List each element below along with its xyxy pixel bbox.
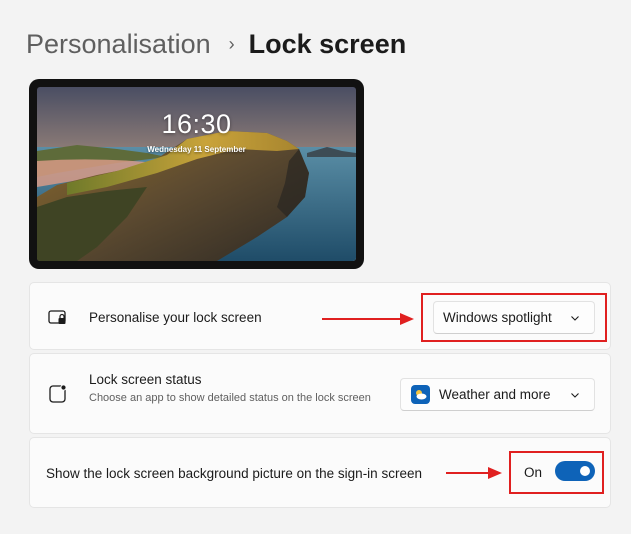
- setting-title-personalise: Personalise your lock screen: [89, 310, 262, 325]
- breadcrumb-separator-icon: ›: [228, 33, 235, 54]
- chevron-down-icon: [571, 393, 579, 398]
- lock-screen-icon: [48, 310, 66, 324]
- sign-in-background-toggle[interactable]: [555, 461, 595, 481]
- personalise-lock-screen-dropdown[interactable]: Windows spotlight: [433, 301, 595, 334]
- setting-title-sign-in-background: Show the lock screen background picture …: [46, 466, 422, 481]
- setting-card-sign-in-background: Show the lock screen background picture …: [29, 437, 611, 508]
- dropdown-selected-value: Windows spotlight: [443, 310, 552, 325]
- lock-screen-time: 16:30: [161, 109, 232, 139]
- setting-card-lock-screen-status: Lock screen status Choose an app to show…: [29, 353, 611, 434]
- lock-screen-status-dropdown[interactable]: Weather and more: [400, 378, 595, 411]
- setting-card-personalise-lock-screen: Personalise your lock screen Windows spo…: [29, 282, 611, 350]
- page-title: Lock screen: [248, 28, 407, 59]
- lock-screen-preview-image: 16:30 Wednesday 11 September: [37, 87, 356, 261]
- weather-icon: [411, 385, 430, 404]
- annotation-arrow: [446, 467, 502, 479]
- toggle-state-label: On: [524, 465, 543, 480]
- chevron-down-icon: [571, 316, 579, 321]
- toggle-knob[interactable]: [580, 466, 590, 476]
- lock-screen-preview: 16:30 Wednesday 11 September: [29, 79, 364, 269]
- setting-title-status: Lock screen status: [89, 372, 202, 387]
- dropdown-selected-value: Weather and more: [439, 387, 551, 402]
- breadcrumb-parent-link[interactable]: Personalisation: [26, 29, 211, 60]
- tablet-status-icon: [49, 384, 67, 403]
- breadcrumb: Personalisation › Lock screen: [26, 24, 406, 64]
- annotation-arrow: [322, 313, 414, 325]
- lock-screen-date: Wednesday 11 September: [147, 145, 246, 154]
- setting-description-status: Choose an app to show detailed status on…: [89, 392, 371, 404]
